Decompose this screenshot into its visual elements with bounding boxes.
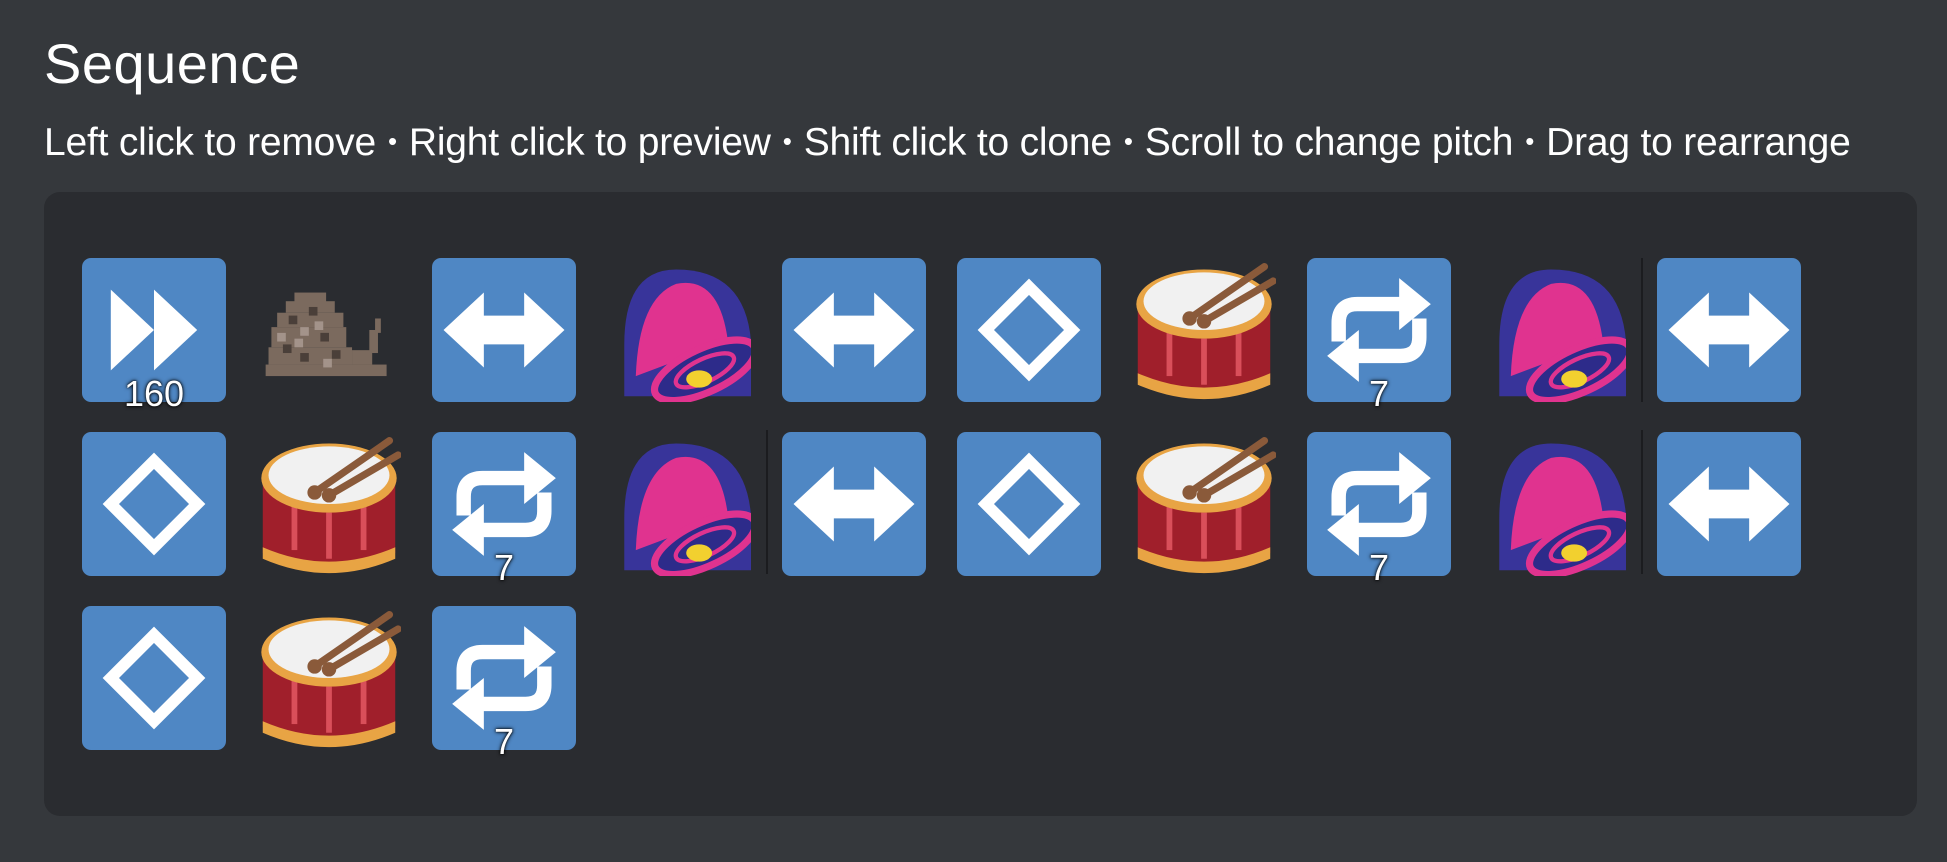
sequence-tile[interactable] — [607, 258, 751, 402]
sequence-tile[interactable] — [1482, 258, 1626, 402]
tile-value-label: 7 — [493, 547, 515, 588]
instruction-pitch: Scroll to change pitch — [1144, 121, 1514, 164]
bullet-separator: • — [387, 126, 397, 156]
sequence-tile[interactable] — [1132, 258, 1276, 402]
tile-value-label: 160 — [123, 373, 185, 414]
bullet-separator: • — [1525, 126, 1535, 156]
sequence-tile[interactable] — [257, 258, 401, 402]
sequence-tile[interactable] — [1657, 258, 1801, 402]
sequence-tile[interactable] — [257, 432, 401, 576]
sequence-tile[interactable] — [782, 258, 926, 402]
instruction-clone: Shift click to clone — [803, 121, 1112, 164]
sequence-tile[interactable] — [432, 258, 576, 402]
sequence-tile[interactable] — [607, 432, 751, 576]
sequence-tile[interactable] — [82, 432, 226, 576]
bullet-separator: • — [782, 126, 792, 156]
instructions-bar: Left click to remove • Right click to prev… — [44, 118, 1851, 171]
tile-value-label: 7 — [1368, 373, 1390, 414]
tile-value-label: 7 — [1368, 547, 1390, 588]
sequence-tile[interactable]: 7 — [432, 432, 576, 588]
sequence-tile[interactable]: 7 — [1307, 432, 1451, 588]
sequence-tile[interactable] — [957, 432, 1101, 576]
row-divider — [766, 430, 768, 574]
sequence-tile[interactable] — [1657, 432, 1801, 576]
row-divider — [1641, 430, 1643, 574]
sequence-tile[interactable]: 160 — [82, 258, 226, 414]
sequence-tile[interactable] — [1132, 432, 1276, 576]
instruction-preview: Right click to preview — [408, 121, 771, 164]
page-title: Sequence — [44, 32, 301, 95]
sequence-panel: 160 7 7 7 7 — [44, 192, 1917, 816]
sequence-tile[interactable] — [1482, 432, 1626, 576]
row-divider — [1641, 258, 1643, 402]
sequence-tile[interactable] — [957, 258, 1101, 402]
sequence-tile[interactable]: 7 — [1307, 258, 1451, 414]
sequence-tile[interactable] — [257, 606, 401, 750]
sequence-tile[interactable] — [782, 432, 926, 576]
sequence-tile[interactable] — [82, 606, 226, 750]
sequence-tile[interactable]: 7 — [432, 606, 576, 762]
bullet-separator: • — [1123, 126, 1133, 156]
instruction-remove: Left click to remove — [44, 121, 376, 164]
tile-value-label: 7 — [493, 721, 515, 762]
instruction-rearrange: Drag to rearrange — [1546, 121, 1851, 164]
